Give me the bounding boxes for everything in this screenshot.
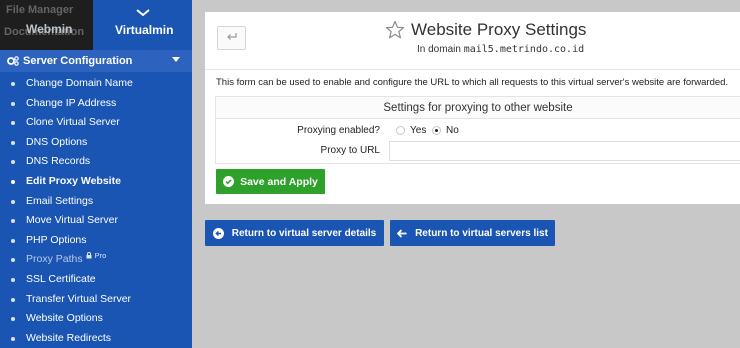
main-panel: Website Proxy Settings In domain mail5.m…	[205, 12, 740, 204]
sidebar-item-dns-records[interactable]: DNS Records	[0, 152, 192, 172]
sidebar-item-website-redirects[interactable]: Website Redirects	[0, 329, 192, 348]
sidebar-menu: Change Domain Name Change IP Address Clo…	[0, 72, 192, 348]
sidebar-item-edit-proxy-website[interactable]: Edit Proxy Website	[0, 172, 192, 192]
gears-icon	[7, 56, 19, 66]
check-circle-icon	[223, 176, 235, 187]
sidebar-item-move-virtual-server[interactable]: Move Virtual Server	[0, 211, 192, 231]
sidebar-item-label: DNS Options	[26, 135, 88, 148]
sidebar-switcher: File Manager Documentation Webmin Virtua…	[0, 0, 192, 50]
arrow-circle-left-icon	[212, 227, 224, 239]
sidebar-item-change-ip-address[interactable]: Change IP Address	[0, 94, 192, 114]
sidebar-item-label: SSL Certificate	[26, 272, 96, 285]
pro-badge: Pro	[94, 251, 107, 261]
sidebar-item-dns-options[interactable]: DNS Options	[0, 133, 192, 153]
bullet-icon	[11, 160, 15, 165]
sidebar-item-label: PHP Options	[26, 233, 87, 246]
bullet-icon	[11, 140, 15, 145]
sidebar-item-label: DNS Records	[26, 155, 91, 168]
bullet-icon	[11, 219, 15, 224]
return-to-server-details-button[interactable]: Return to virtual server details	[205, 220, 384, 246]
star-icon[interactable]	[385, 20, 405, 40]
proxy-url-label: Proxy to URL	[320, 145, 380, 156]
return-arrow-icon	[226, 31, 238, 45]
sidebar-item-label: Website Options	[26, 312, 103, 325]
proxy-url-row: Proxy to URL	[216, 141, 740, 161]
proxy-enabled-row: Proxying enabled? Yes No	[216, 121, 740, 141]
sidebar-item-email-settings[interactable]: Email Settings	[0, 192, 192, 212]
bullet-icon	[11, 199, 15, 204]
section-server-configuration[interactable]: Server Configuration	[0, 50, 192, 72]
chevron-down-icon	[136, 4, 150, 22]
sidebar-item-label: Email Settings	[26, 194, 94, 207]
form-description: This form can be used to enable and conf…	[216, 77, 729, 88]
caret-down-icon	[172, 57, 180, 62]
page-subtitle: In domain mail5.metrindo.co.id	[417, 44, 584, 55]
bullet-icon	[11, 82, 15, 86]
bullet-icon	[11, 258, 15, 263]
return-to-servers-list-button[interactable]: Return to virtual servers list	[390, 220, 555, 246]
sidebar-item-label: Change Domain Name	[26, 77, 133, 89]
radio-circle-selected	[432, 126, 441, 135]
domain-name: mail5.metrindo.co.id	[463, 44, 585, 55]
sidebar-item-website-options[interactable]: Website Options	[0, 309, 192, 329]
page-title: Website Proxy Settings	[411, 20, 587, 39]
divider	[205, 69, 740, 70]
bullet-icon	[11, 297, 15, 302]
arrow-left-icon	[397, 228, 407, 238]
sidebar-item-label: Proxy Paths	[26, 253, 83, 266]
sidebar-item-change-domain-name[interactable]: Change Domain Name	[0, 74, 192, 94]
sidebar-item-label: Move Virtual Server	[26, 214, 119, 227]
tab-webmin-label: Webmin	[26, 22, 73, 36]
bullet-icon	[11, 277, 15, 282]
sidebar-item-ssl-certificate[interactable]: SSL Certificate	[0, 270, 192, 290]
tab-webmin[interactable]: File Manager Documentation Webmin	[0, 0, 93, 50]
sidebar-item-proxy-paths[interactable]: Proxy Paths Pro	[0, 250, 192, 270]
settings-table: Settings for proxying to other website P…	[215, 96, 740, 164]
sidebar-item-php-options[interactable]: PHP Options	[0, 231, 192, 251]
bullet-icon	[11, 121, 15, 126]
radio-no-label: No	[446, 125, 459, 136]
lock-icon	[86, 247, 92, 267]
sidebar-item-transfer-virtual-server[interactable]: Transfer Virtual Server	[0, 290, 192, 310]
sidebar-item-clone-virtual-server[interactable]: Clone Virtual Server	[0, 113, 192, 133]
bullet-icon	[11, 317, 15, 322]
bullet-icon	[11, 336, 15, 341]
tab-virtualmin-label: Virtualmin	[115, 23, 174, 37]
sidebar-item-label: Transfer Virtual Server	[26, 292, 132, 305]
sidebar: File Manager Documentation Webmin Virtua…	[0, 0, 192, 348]
return-list-label: Return to virtual servers list	[415, 227, 548, 239]
subtitle-prefix: In domain	[417, 44, 461, 55]
tab-virtualmin[interactable]: Virtualmin	[93, 0, 192, 50]
radio-yes-label: Yes	[410, 125, 427, 136]
sidebar-item-label: Clone Virtual Server	[26, 116, 120, 129]
save-and-apply-button[interactable]: Save and Apply	[216, 169, 325, 194]
sidebar-item-label: Change IP Address	[26, 96, 117, 109]
save-button-label: Save and Apply	[240, 175, 318, 188]
bullet-icon	[11, 238, 15, 243]
sidebar-item-label: Website Redirects	[26, 331, 112, 344]
section-title: Server Configuration	[23, 55, 133, 67]
proxy-enabled-yes-radio[interactable]: Yes	[396, 125, 426, 136]
proxy-url-input[interactable]	[389, 141, 740, 161]
ghost-file-manager: File Manager	[6, 4, 74, 16]
return-details-label: Return to virtual server details	[231, 227, 377, 239]
proxy-enabled-no-radio[interactable]: No	[432, 125, 459, 136]
settings-title: Settings for proxying to other website	[216, 97, 740, 119]
sidebar-item-label: Edit Proxy Website	[26, 174, 121, 187]
back-button[interactable]	[217, 26, 246, 50]
title-wrap: Website Proxy Settings	[385, 20, 586, 40]
bullet-icon	[11, 179, 15, 184]
radio-circle	[396, 126, 405, 135]
bullet-icon	[11, 101, 15, 106]
proxy-enabled-label: Proxying enabled?	[297, 125, 380, 136]
